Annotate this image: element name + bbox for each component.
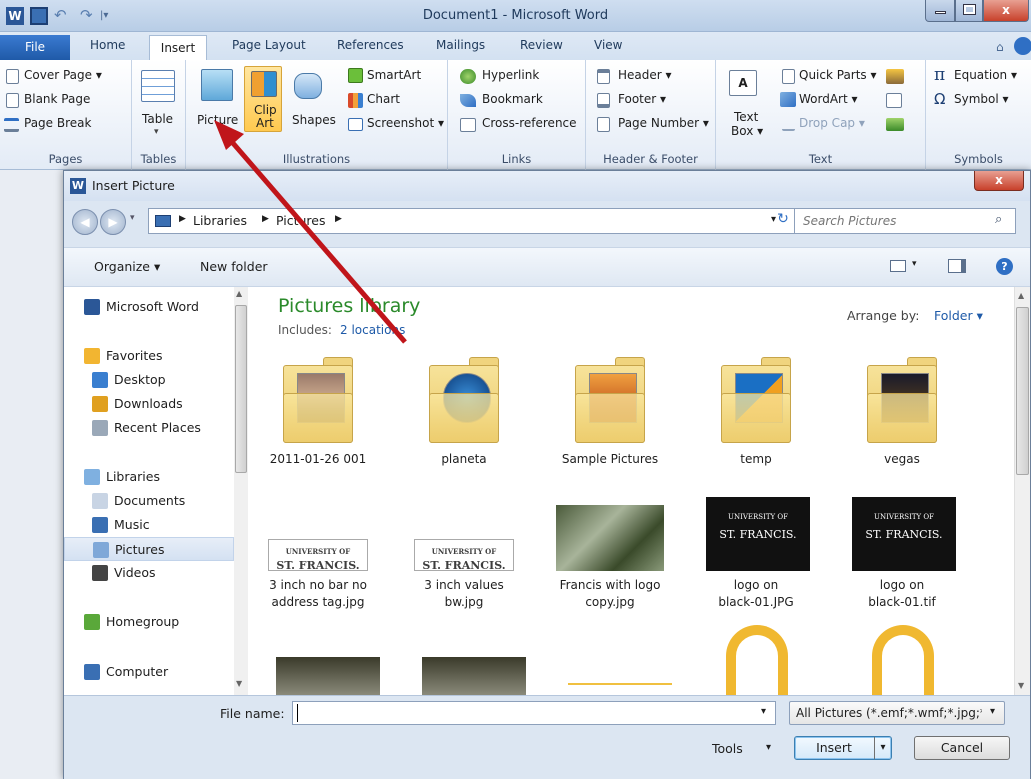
word-window: W ↶ ↷ |▾ Document1 - Microsoft Word x Fi…: [0, 0, 1031, 779]
arrow-shaft: [230, 140, 407, 344]
arrow-head: [214, 120, 244, 150]
annotation-arrow: [214, 120, 407, 344]
